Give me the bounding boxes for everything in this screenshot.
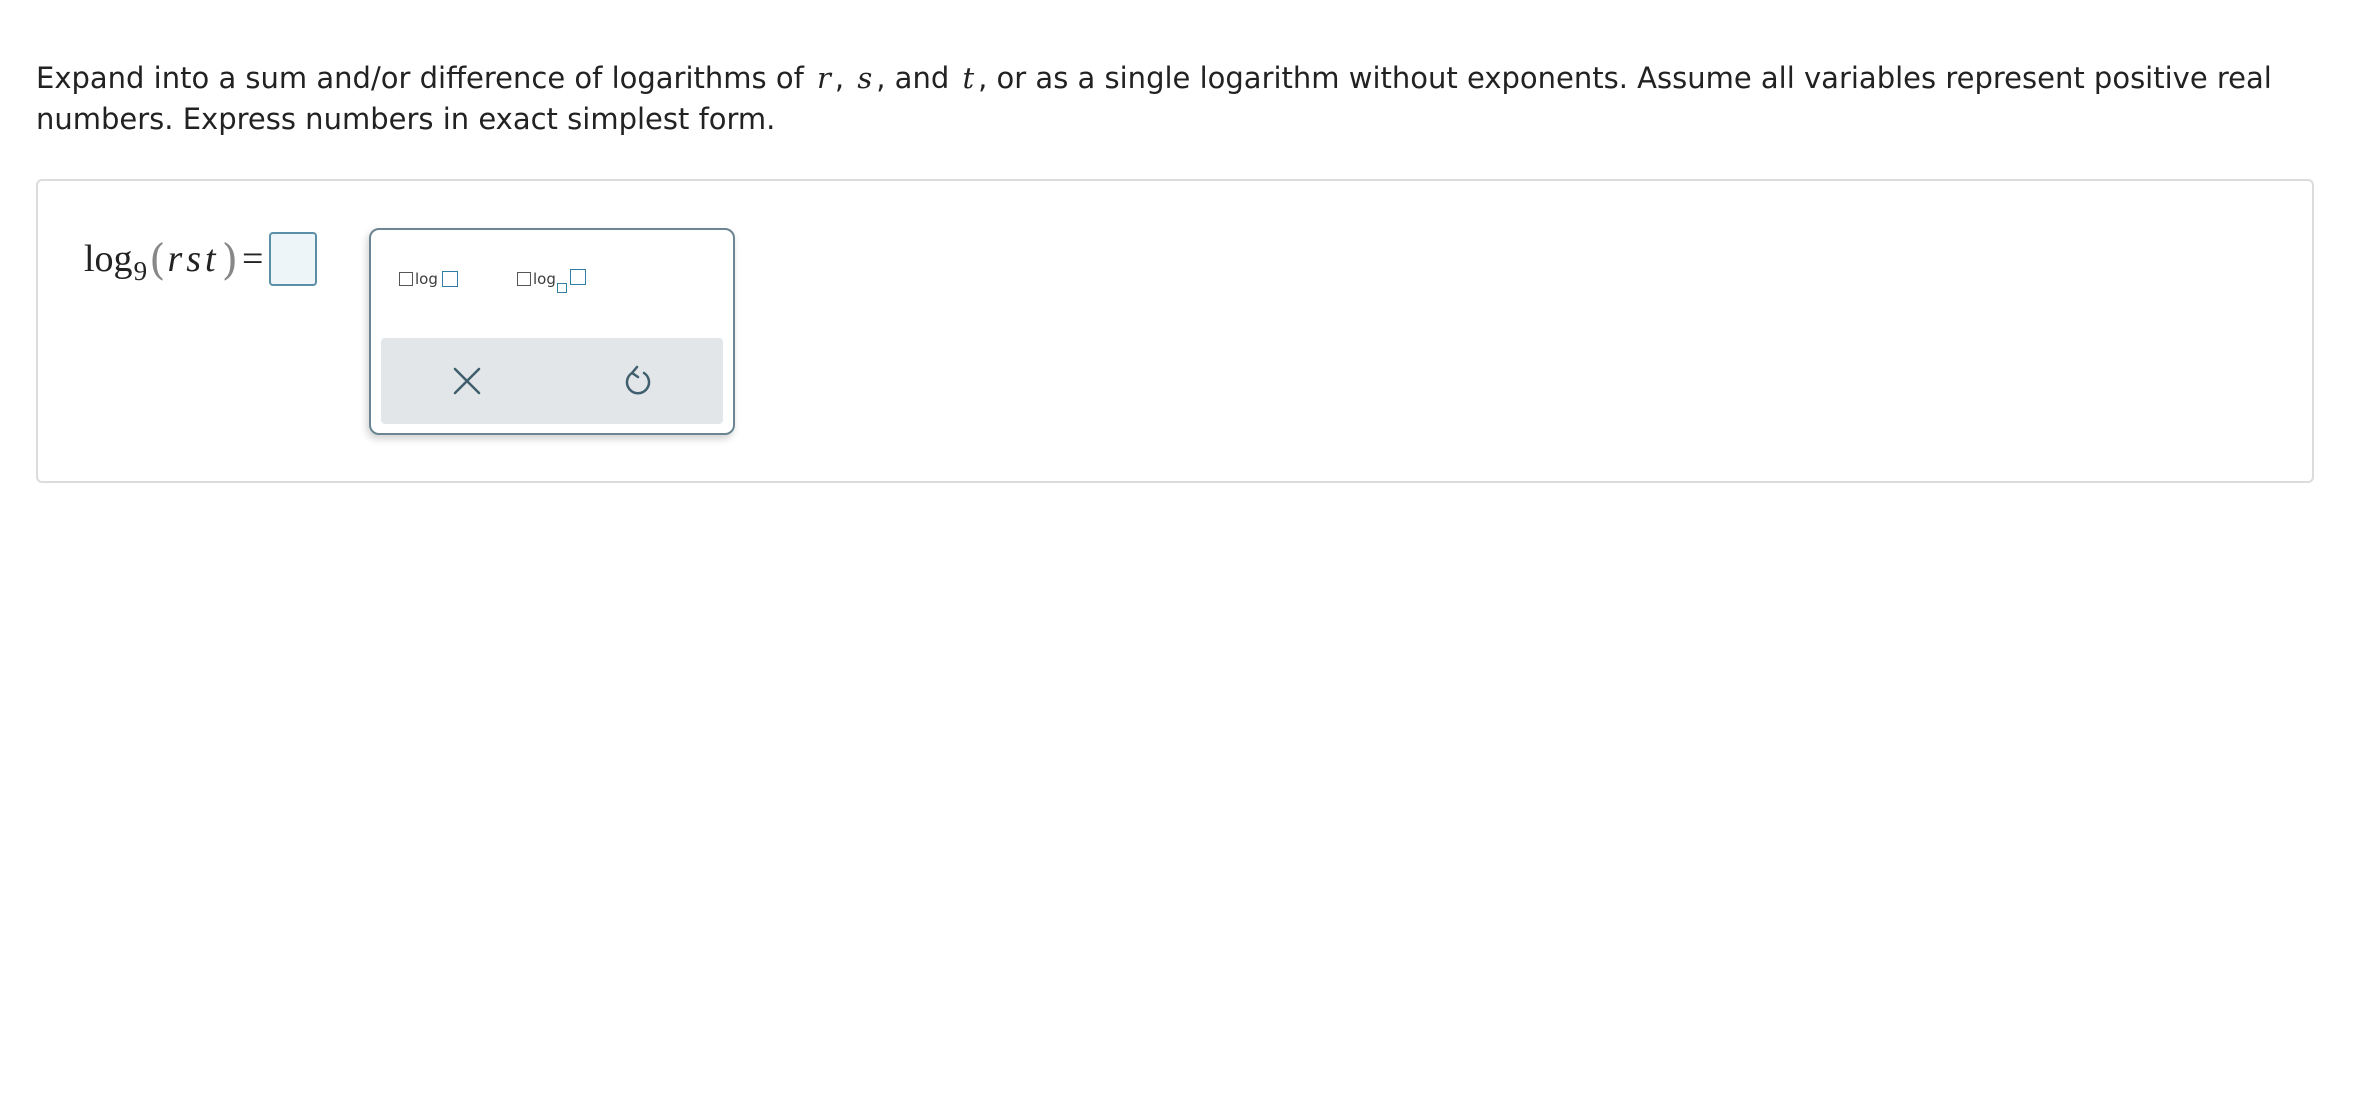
coefficient-placeholder-icon: [517, 272, 531, 286]
answer-input-box[interactable]: [269, 232, 318, 286]
instructions-separator-2: , and: [876, 61, 950, 95]
coefficient-log-button[interactable]: log: [399, 270, 458, 288]
coefficient-placeholder-icon: [399, 272, 413, 286]
undo-button[interactable]: [552, 338, 723, 424]
coefficient-log-base-button[interactable]: log: [517, 269, 586, 293]
clear-button[interactable]: [381, 338, 552, 424]
log-argument: rst: [167, 238, 220, 280]
palette-action-bar: [381, 338, 723, 424]
equation: log 9 ( rst ) =: [84, 228, 318, 290]
close-icon: [453, 367, 480, 395]
variable-t: t: [962, 61, 975, 95]
base-placeholder-icon: [556, 283, 567, 293]
close-paren: ): [221, 234, 238, 284]
open-paren: (: [149, 234, 166, 284]
equals-sign: =: [241, 238, 264, 280]
undo-icon: [625, 365, 650, 395]
question-instructions: Expand into a sum and/or difference of l…: [36, 58, 2316, 140]
log-base: 9: [133, 255, 148, 286]
argument-placeholder-icon: [441, 271, 458, 287]
log-word: log: [84, 238, 133, 280]
instructions-text-1: Expand into a sum and/or difference of l…: [36, 61, 804, 95]
argument-placeholder-icon: [569, 269, 586, 285]
variable-r: r: [817, 61, 831, 95]
variable-s: s: [857, 61, 873, 95]
instructions-separator-1: ,: [834, 61, 845, 95]
log-base-button-label: log: [533, 270, 556, 288]
log-button-label: log: [415, 270, 438, 288]
math-palette: log log: [369, 228, 735, 435]
